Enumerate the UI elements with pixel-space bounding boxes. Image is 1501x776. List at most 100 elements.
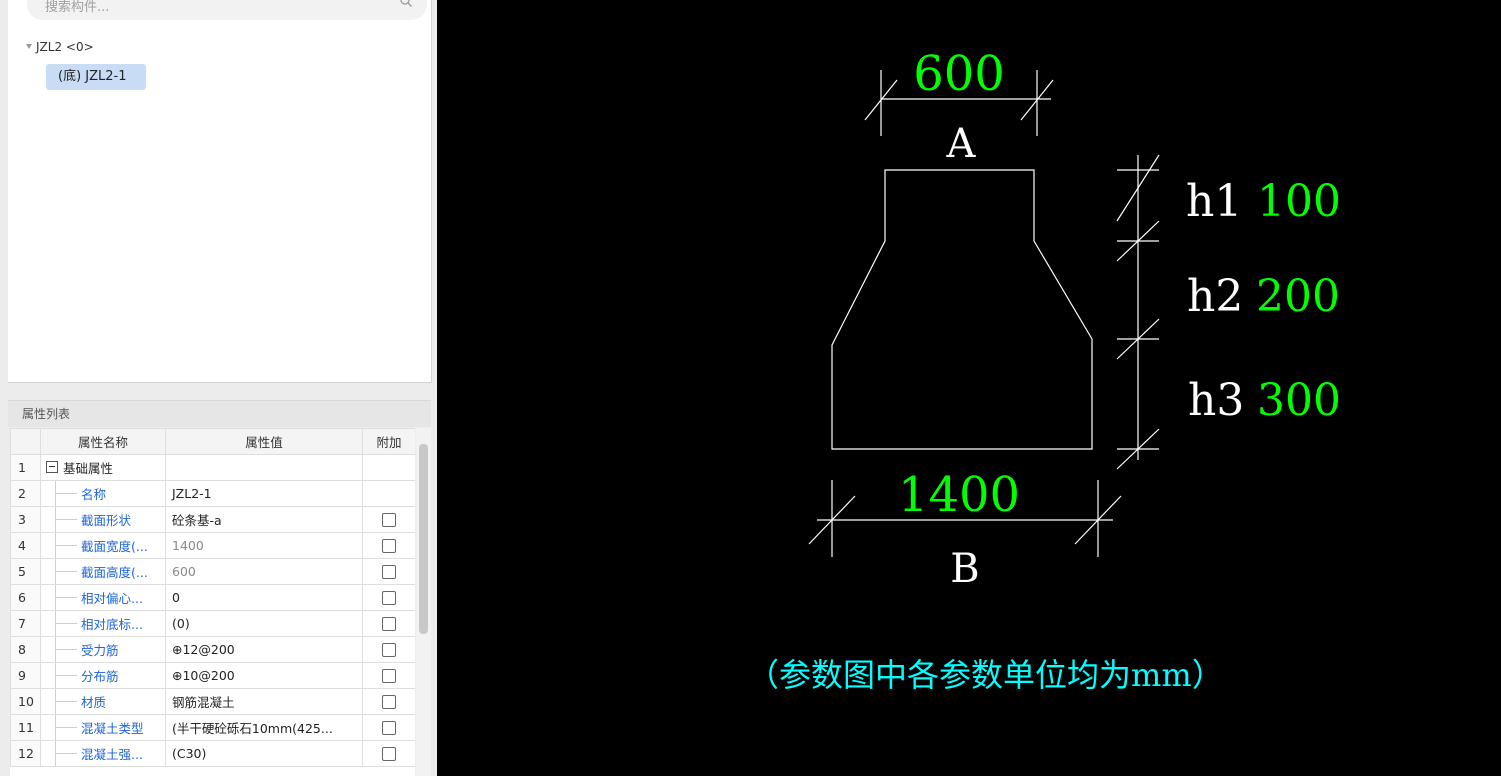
- tree-node-root[interactable]: JZL2 <0>: [26, 39, 94, 55]
- row-number: 4: [10, 532, 41, 559]
- header-name[interactable]: 属性名称: [40, 428, 166, 455]
- properties-scrollbar[interactable]: [416, 428, 431, 776]
- property-value[interactable]: JZL2-1: [165, 480, 363, 507]
- property-name: 名称: [81, 487, 107, 502]
- header-value[interactable]: 属性值: [165, 428, 363, 455]
- collapse-minus-icon[interactable]: [46, 461, 58, 473]
- property-name-cell[interactable]: 相对偏心...: [40, 584, 166, 611]
- h1-value: 100: [1257, 176, 1341, 227]
- section-diagram-canvas: 600 A 1400 B h1 100 h2 200 h3 300 （参数图中各…: [437, 0, 1501, 776]
- property-name: 相对偏心...: [81, 591, 143, 606]
- property-name: 相对底标...: [81, 617, 143, 632]
- search-input[interactable]: 搜索构件...: [27, 0, 427, 20]
- row-number: 11: [10, 714, 41, 741]
- tree-connector: [55, 675, 77, 676]
- row-number: 8: [10, 636, 41, 663]
- property-name: 材质: [81, 695, 107, 710]
- property-name-cell[interactable]: 受力筋: [40, 636, 166, 663]
- tree-connector: [55, 623, 77, 624]
- left-panel: 搜索构件... JZL2 <0> (底) JZL2-1 属性列表 属性名称 属性…: [0, 0, 437, 776]
- property-row[interactable]: 8 受力筋 ⊕12@200: [10, 636, 415, 663]
- h3-value: 300: [1257, 375, 1341, 426]
- property-extra-cell: [362, 662, 415, 689]
- property-row[interactable]: 3 截面形状 砼条基-a: [10, 506, 415, 533]
- property-name-cell[interactable]: 材质: [40, 688, 166, 715]
- search-placeholder: 搜索构件...: [45, 0, 110, 15]
- property-value[interactable]: ⊕12@200: [165, 636, 363, 663]
- property-value[interactable]: (C30): [165, 740, 363, 767]
- property-name: 分布筋: [81, 669, 119, 684]
- property-extra-cell: [362, 714, 415, 741]
- property-value[interactable]: 0: [165, 584, 363, 611]
- property-row[interactable]: 9 分布筋 ⊕10@200: [10, 662, 415, 689]
- property-row[interactable]: 7 相对底标... (0): [10, 610, 415, 637]
- property-value[interactable]: [165, 454, 363, 481]
- extra-checkbox[interactable]: [382, 669, 396, 684]
- property-extra-cell: [362, 454, 415, 481]
- property-extra-cell: [362, 688, 415, 715]
- tree-node-selected[interactable]: (底) JZL2-1: [46, 64, 146, 90]
- bottom-label: B: [950, 546, 979, 592]
- tree-connector: [55, 545, 77, 546]
- property-value[interactable]: 钢筋混凝土: [165, 688, 363, 715]
- foundation-section-outline: [831, 169, 1093, 450]
- tree-node-root-label: JZL2 <0>: [36, 40, 94, 54]
- tree-connector: [55, 727, 77, 728]
- row-number: 12: [10, 740, 41, 767]
- extra-checkbox[interactable]: [382, 617, 396, 632]
- property-value[interactable]: (半干硬砼砾石10mm(425...: [165, 714, 363, 741]
- property-value[interactable]: 1400: [165, 532, 363, 559]
- property-name: 截面形状: [81, 513, 132, 528]
- h1-label: h1: [1186, 176, 1242, 227]
- property-value[interactable]: ⊕10@200: [165, 662, 363, 689]
- property-row[interactable]: 2 名称 JZL2-1: [10, 480, 415, 507]
- collapse-caret-icon[interactable]: [26, 44, 32, 49]
- property-row[interactable]: 5 截面高度(... 600: [10, 558, 415, 585]
- extra-checkbox[interactable]: [382, 643, 396, 658]
- tree-connector: [55, 597, 77, 598]
- extra-checkbox[interactable]: [382, 721, 396, 736]
- property-group-name[interactable]: 基础属性: [40, 454, 166, 481]
- extra-checkbox[interactable]: [382, 539, 396, 554]
- property-row[interactable]: 12 混凝土强... (C30): [10, 740, 415, 767]
- tree-connector: [55, 519, 77, 520]
- extra-checkbox[interactable]: [382, 695, 396, 710]
- extra-checkbox[interactable]: [382, 747, 396, 762]
- property-name-cell[interactable]: 截面形状: [40, 506, 166, 533]
- property-name-cell[interactable]: 分布筋: [40, 662, 166, 689]
- property-extra-cell: [362, 740, 415, 767]
- property-extra-cell: [362, 480, 415, 507]
- extra-checkbox[interactable]: [382, 513, 396, 528]
- property-name: 混凝土强...: [81, 747, 143, 762]
- property-value[interactable]: 600: [165, 558, 363, 585]
- property-row[interactable]: 4 截面宽度(... 1400: [10, 532, 415, 559]
- property-name-cell[interactable]: 截面宽度(...: [40, 532, 166, 559]
- property-name-cell[interactable]: 混凝土强...: [40, 740, 166, 767]
- h2-label: h2: [1187, 271, 1243, 322]
- tree-connector: [55, 649, 77, 650]
- scrollbar-thumb[interactable]: [419, 444, 428, 634]
- extra-checkbox[interactable]: [382, 565, 396, 580]
- top-label: A: [946, 121, 977, 167]
- property-extra-cell: [362, 532, 415, 559]
- property-value[interactable]: 砼条基-a: [165, 506, 363, 533]
- property-extra-cell: [362, 636, 415, 663]
- search-icon[interactable]: [399, 0, 413, 8]
- header-extra[interactable]: 附加: [362, 428, 415, 455]
- property-row[interactable]: 11 混凝土类型 (半干硬砼砾石10mm(425...: [10, 714, 415, 741]
- bottom-width-value: 1400: [898, 467, 1020, 523]
- property-name-cell[interactable]: 混凝土类型: [40, 714, 166, 741]
- property-name-cell[interactable]: 相对底标...: [40, 610, 166, 637]
- property-row[interactable]: 10 材质 钢筋混凝土: [10, 688, 415, 715]
- property-name: 受力筋: [81, 643, 119, 658]
- property-extra-cell: [362, 558, 415, 585]
- property-name-cell[interactable]: 截面高度(...: [40, 558, 166, 585]
- property-row[interactable]: 1 基础属性: [10, 454, 415, 481]
- grid-header-row: 属性名称 属性值 附加: [10, 428, 415, 455]
- property-name-cell[interactable]: 名称: [40, 480, 166, 507]
- row-number: 10: [10, 688, 41, 715]
- property-value[interactable]: (0): [165, 610, 363, 637]
- extra-checkbox[interactable]: [382, 591, 396, 606]
- h2-value: 200: [1256, 271, 1340, 322]
- property-row[interactable]: 6 相对偏心... 0: [10, 584, 415, 611]
